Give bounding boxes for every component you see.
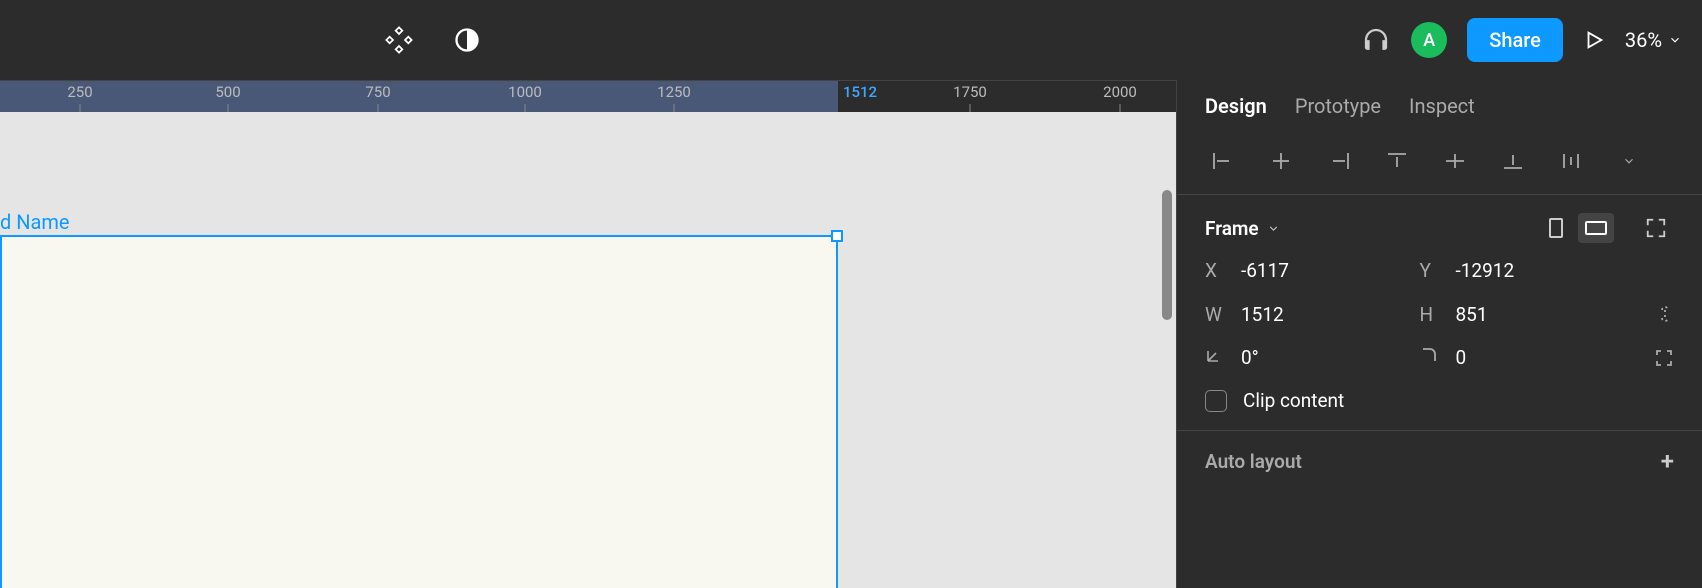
distribute-icon[interactable]	[1553, 146, 1589, 176]
corner-radius-icon	[1420, 346, 1442, 369]
frame-label[interactable]: d Name	[0, 210, 70, 234]
ruler-tick: 2000	[1103, 83, 1137, 101]
resize-handle-ne[interactable]	[831, 230, 843, 242]
add-auto-layout-icon[interactable]: +	[1661, 449, 1674, 473]
prop-x-label: X	[1205, 259, 1227, 282]
tab-inspect[interactable]: Inspect	[1409, 94, 1475, 118]
ruler-selection-fill	[0, 81, 838, 112]
right-panel: Design Prototype Inspect Frame	[1176, 80, 1702, 588]
prop-w-value: 1512	[1241, 303, 1284, 326]
more-align-icon[interactable]	[1611, 146, 1647, 176]
top-toolbar: A Share 36%	[0, 0, 1702, 80]
workspace: 250 500 750 1000 1250 1512 1750 2000 d N…	[0, 80, 1702, 588]
ruler-tick: 250	[67, 83, 92, 101]
prop-y[interactable]: Y -12912	[1420, 259, 1635, 282]
resize-to-fit-icon[interactable]	[1638, 213, 1674, 243]
components-icon[interactable]	[385, 26, 413, 54]
ruler-tick: 750	[365, 83, 390, 101]
chevron-down-icon	[1267, 222, 1280, 235]
prop-w-label: W	[1205, 303, 1227, 326]
align-left-icon[interactable]	[1205, 146, 1241, 176]
panel-tabs: Design Prototype Inspect	[1177, 80, 1702, 134]
portrait-icon[interactable]	[1538, 213, 1574, 243]
frame-section-header: Frame	[1205, 213, 1674, 243]
prop-x-value: -6117	[1241, 259, 1289, 282]
ruler-tick: 1000	[508, 83, 542, 101]
prop-w[interactable]: W 1512	[1205, 303, 1420, 326]
toolbar-tool-icons	[385, 26, 481, 54]
prop-rotation-value: 0°	[1241, 346, 1259, 369]
vertical-scrollbar[interactable]	[1162, 190, 1172, 320]
zoom-value: 36%	[1625, 28, 1662, 52]
zoom-dropdown[interactable]: 36%	[1625, 28, 1682, 52]
headphones-icon[interactable]	[1361, 25, 1391, 55]
align-v-center-icon[interactable]	[1437, 146, 1473, 176]
ruler-tick-highlight: 1512	[843, 83, 877, 101]
share-button[interactable]: Share	[1467, 18, 1563, 62]
prop-y-value: -12912	[1456, 259, 1515, 282]
chevron-down-icon	[1668, 33, 1682, 47]
landscape-icon[interactable]	[1578, 213, 1614, 243]
prop-radius-value: 0	[1456, 346, 1467, 369]
selected-frame[interactable]	[0, 235, 838, 588]
avatar[interactable]: A	[1411, 22, 1447, 58]
frame-title: Frame	[1205, 217, 1259, 240]
auto-layout-section: Auto layout +	[1177, 431, 1702, 473]
orientation-group	[1538, 213, 1674, 243]
property-grid: X -6117 Y -12912 W 1512 H 851	[1205, 259, 1674, 369]
avatar-initial: A	[1423, 30, 1435, 51]
prop-h-label: H	[1420, 303, 1442, 326]
align-h-center-icon[interactable]	[1263, 146, 1299, 176]
clip-content-label: Clip content	[1243, 389, 1344, 412]
tab-design[interactable]: Design	[1205, 94, 1267, 118]
independent-corners-icon[interactable]	[1634, 348, 1674, 368]
clip-content-checkbox[interactable]	[1205, 390, 1227, 412]
constrain-proportions-icon[interactable]	[1634, 302, 1674, 326]
prop-radius[interactable]: 0	[1420, 346, 1635, 369]
tab-prototype[interactable]: Prototype	[1295, 94, 1381, 118]
ruler-tick: 1250	[657, 83, 691, 101]
auto-layout-label: Auto layout	[1205, 450, 1302, 473]
clip-content-row[interactable]: Clip content	[1205, 389, 1674, 412]
angle-icon	[1205, 346, 1227, 369]
prop-x[interactable]: X -6117	[1205, 259, 1420, 282]
align-right-icon[interactable]	[1321, 146, 1357, 176]
toolbar-right-group: A Share 36%	[1361, 18, 1682, 62]
align-bottom-icon[interactable]	[1495, 146, 1531, 176]
alignment-row	[1177, 134, 1702, 195]
present-icon[interactable]	[1583, 29, 1605, 51]
horizontal-ruler: 250 500 750 1000 1250 1512 1750 2000	[0, 80, 1176, 112]
prop-h-value: 851	[1456, 303, 1488, 326]
ruler-tick: 500	[215, 83, 240, 101]
frame-section: Frame X -6117 Y -12912	[1177, 195, 1702, 431]
prop-h[interactable]: H 851	[1420, 303, 1635, 326]
prop-rotation[interactable]: 0°	[1205, 346, 1420, 369]
prop-y-label: Y	[1420, 259, 1442, 282]
frame-dropdown[interactable]: Frame	[1205, 217, 1280, 240]
align-top-icon[interactable]	[1379, 146, 1415, 176]
ruler-tick: 1750	[953, 83, 987, 101]
canvas-area[interactable]: 250 500 750 1000 1250 1512 1750 2000 d N…	[0, 80, 1176, 588]
mask-icon[interactable]	[453, 26, 481, 54]
